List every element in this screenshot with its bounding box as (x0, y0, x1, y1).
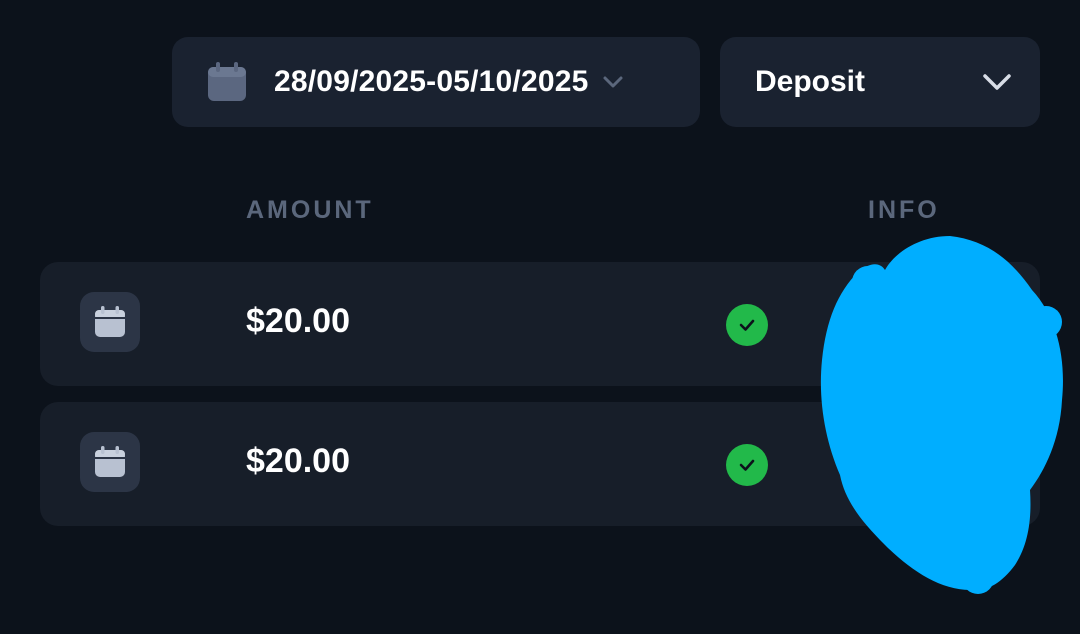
transaction-type-select[interactable]: Deposit (720, 37, 1040, 127)
column-header-amount: AMOUNT (246, 196, 374, 224)
date-range-value: 28/09/2025-05/10/2025 (274, 65, 589, 98)
transaction-amount: $20.00 (246, 442, 350, 480)
calendar-icon (95, 306, 125, 337)
chevron-down-icon (983, 74, 1011, 90)
transaction-row[interactable]: $20.00 (40, 402, 1040, 526)
transaction-row[interactable]: $20.00 (40, 262, 1040, 386)
transactions-page: 28/09/2025-05/10/2025 Deposit AMOUNT INF… (0, 0, 1080, 634)
transaction-type-value: Deposit (755, 65, 866, 98)
status-success-icon (726, 304, 768, 346)
row-icon-box (80, 432, 140, 492)
check-icon (739, 459, 755, 471)
column-header-info: INFO (868, 196, 940, 224)
calendar-icon (95, 446, 125, 477)
row-icon-box (80, 292, 140, 352)
calendar-icon (208, 62, 246, 101)
date-range-filter[interactable]: 28/09/2025-05/10/2025 (172, 37, 700, 127)
transaction-amount: $20.00 (246, 302, 350, 340)
status-success-icon (726, 444, 768, 486)
check-icon (739, 319, 755, 331)
chevron-down-icon (603, 76, 623, 88)
